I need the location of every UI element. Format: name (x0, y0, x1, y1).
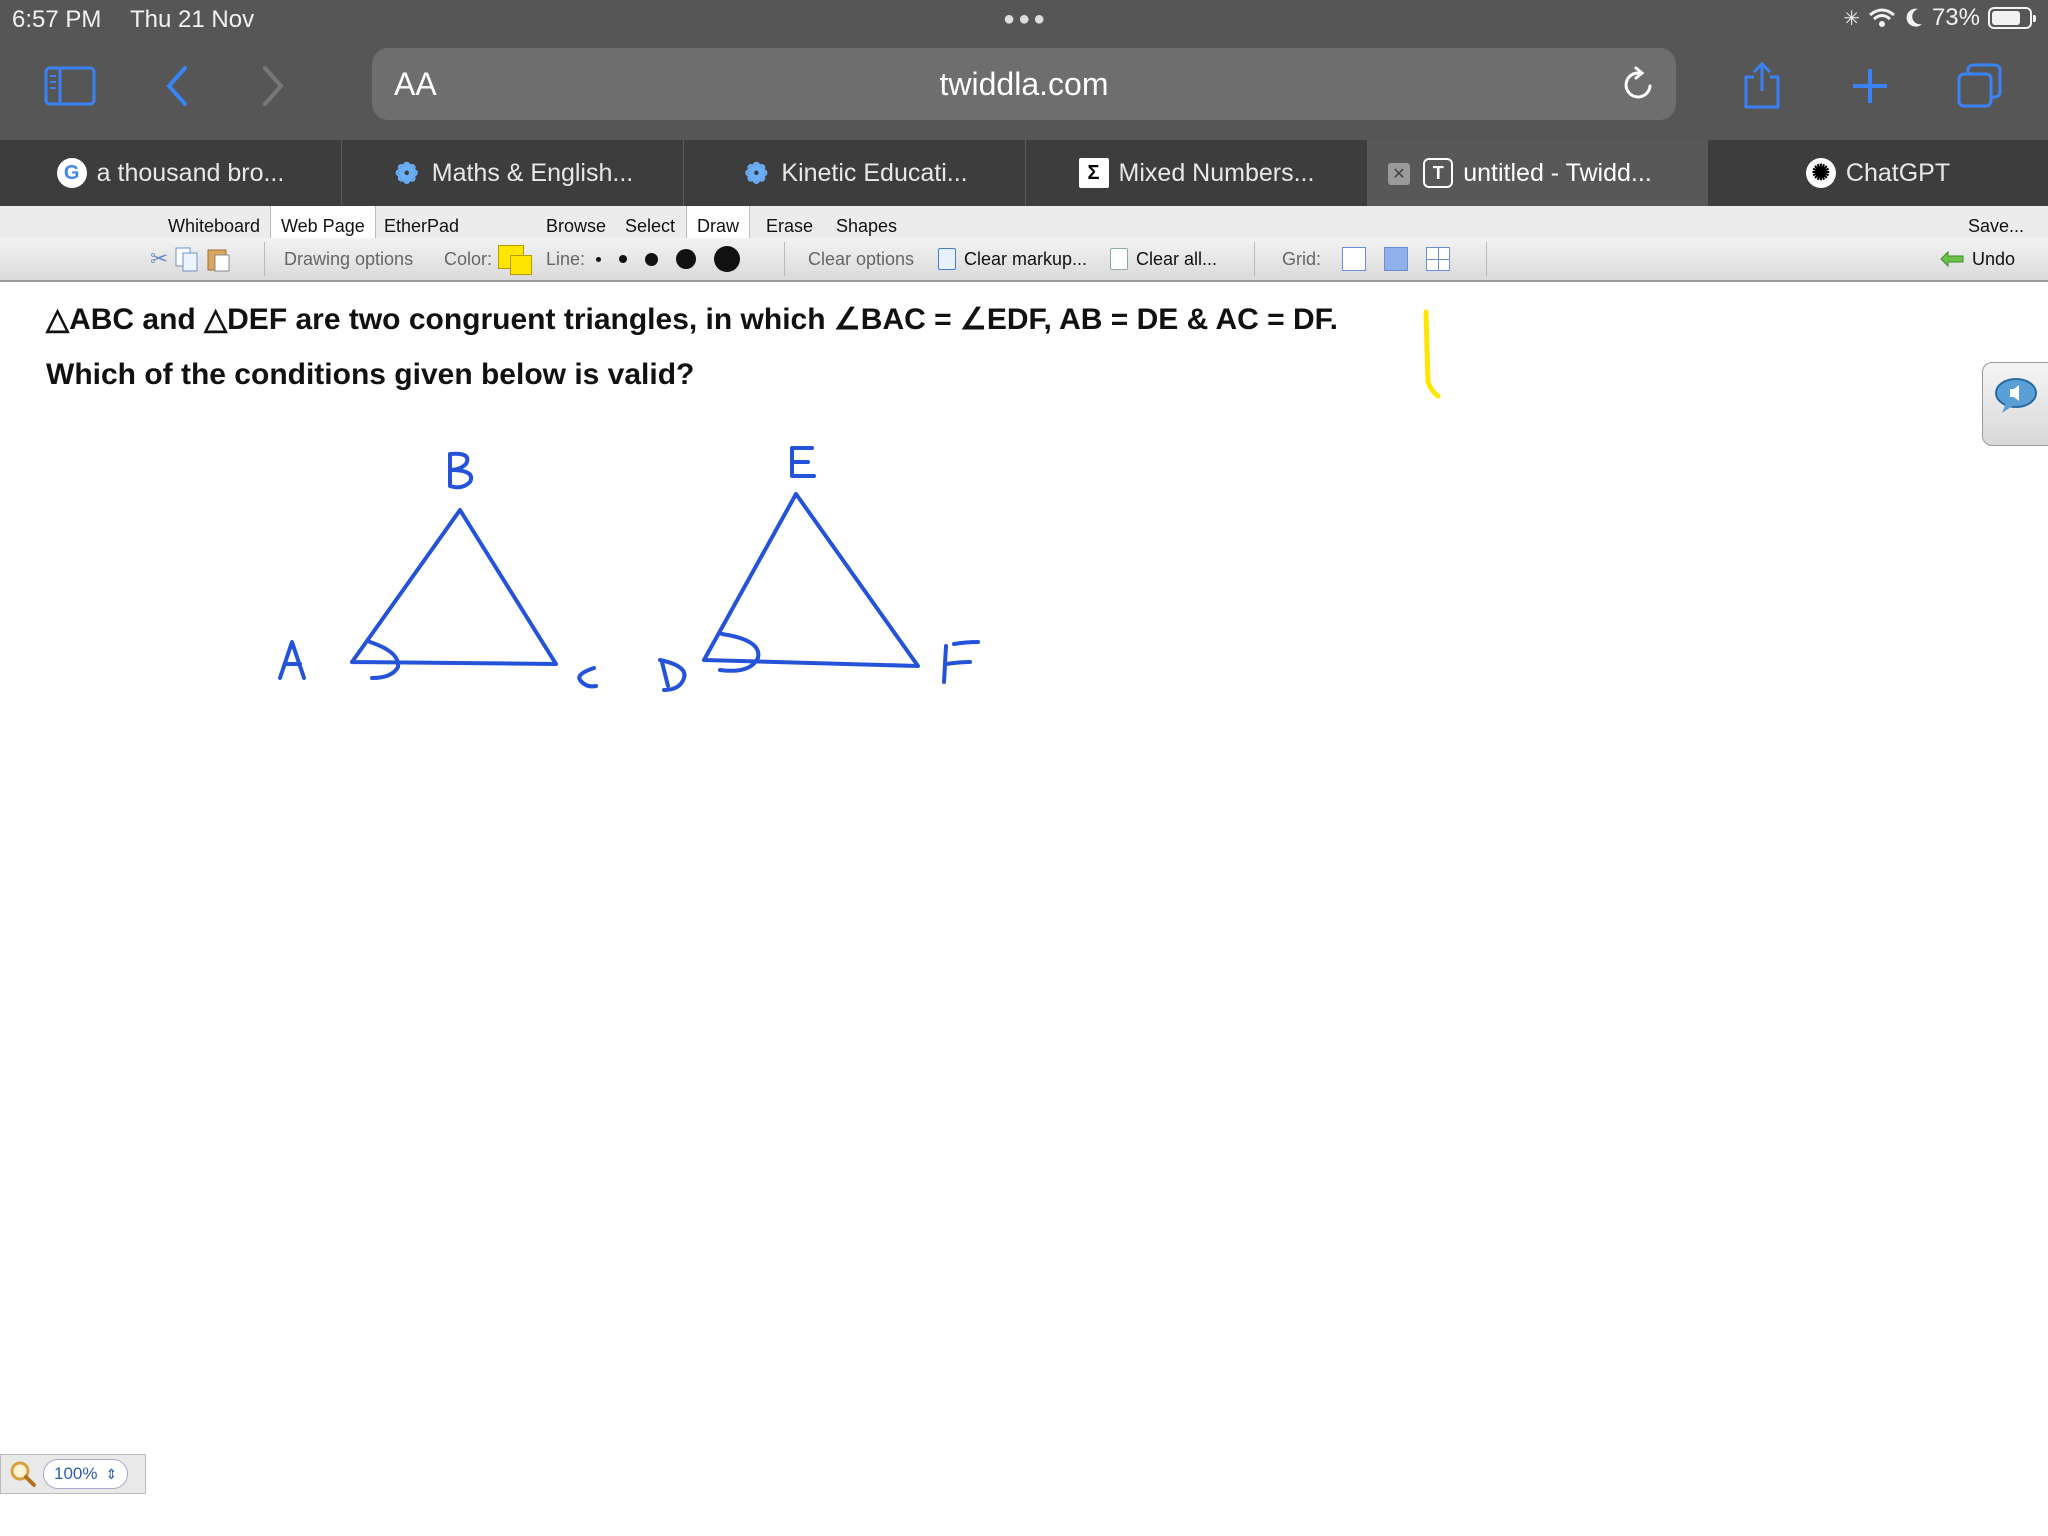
line-width-2[interactable] (619, 255, 627, 263)
line-width-1[interactable] (596, 256, 601, 262)
status-time: 6:57 PM (12, 6, 102, 33)
drawing-options-bar: ✂ Drawing options Color: Line: Clear opt… (0, 238, 2048, 282)
clear-markup-button[interactable]: Clear markup... (938, 238, 1087, 280)
browser-tab-twiddla[interactable]: ✕ T untitled - Twidd... (1368, 140, 1708, 206)
label-c-stroke (577, 666, 598, 689)
line-width-picker (596, 238, 740, 280)
label-d-stroke (658, 658, 687, 692)
copy-icon[interactable] (174, 246, 200, 272)
url-text: twiddla.com (939, 66, 1109, 102)
moon-icon (1906, 8, 1922, 27)
label-e-stroke (790, 446, 816, 478)
browser-toolbar: AA twiddla.com (0, 40, 2048, 140)
clear-options-label: Clear options (808, 248, 915, 269)
t-icon: T (1423, 158, 1454, 188)
line-width-3[interactable] (645, 252, 658, 266)
address-bar[interactable]: AA twiddla.com (372, 48, 1676, 120)
triangle-drawing (278, 309, 1441, 692)
browser-tab-mixed-numbers[interactable]: Σ Mixed Numbers... (1026, 140, 1368, 206)
line-label: Line: (546, 248, 586, 269)
label-a-stroke (278, 640, 306, 680)
triangle-def (702, 492, 920, 668)
document-icon (938, 248, 956, 270)
wifi-icon (1868, 8, 1895, 27)
new-tab-icon[interactable] (1842, 58, 1898, 114)
browser-tab-strip: G a thousand bro... ❁ Maths & English...… (0, 140, 2048, 206)
battery-icon (1988, 7, 2036, 29)
tool-erase[interactable]: Erase (756, 206, 823, 238)
tab-etherpad[interactable]: EtherPad (374, 206, 469, 238)
browser-tab-maths[interactable]: ❁ Maths & English... (342, 140, 684, 206)
blank-document-icon (1110, 248, 1128, 270)
zoom-control: 100% ⇕ (0, 1454, 146, 1494)
tool-browse[interactable]: Browse (536, 206, 616, 238)
grid-none-button[interactable] (1342, 247, 1366, 271)
clipboard-tools: ✂ (150, 238, 232, 280)
tab-web-page[interactable]: Web Page (270, 206, 376, 238)
flower-icon: ❁ (744, 157, 769, 189)
browser-tab-google[interactable]: G a thousand bro... (0, 140, 342, 206)
browser-tab-kinetic[interactable]: ❁ Kinetic Educati... (684, 140, 1026, 206)
triangle-abc (350, 508, 558, 666)
line-width-4[interactable] (676, 249, 696, 269)
twiddla-mode-bar: Whiteboard Web Page EtherPad Browse Sele… (0, 206, 2048, 239)
status-date: Thu 21 Nov (130, 6, 255, 33)
reload-icon[interactable] (1622, 66, 1656, 107)
undo-arrow-icon (1940, 250, 1964, 268)
forward-icon[interactable] (246, 58, 302, 114)
tool-draw[interactable]: Draw (686, 206, 751, 238)
grid-lines-button[interactable] (1426, 247, 1450, 271)
sigma-icon: Σ (1078, 158, 1109, 188)
whiteboard-canvas[interactable]: △ABC and △DEF are two congruent triangle… (0, 282, 2048, 1502)
browser-tab-chatgpt[interactable]: ✺ ChatGPT (1708, 140, 2048, 206)
speech-bubble-icon (1994, 378, 2037, 413)
google-icon: G (56, 158, 87, 188)
back-icon[interactable] (148, 58, 204, 114)
clear-all-button[interactable]: Clear all... (1110, 238, 1217, 280)
chat-toggle-button[interactable] (1982, 362, 2048, 446)
tab-whiteboard[interactable]: Whiteboard (158, 206, 270, 238)
share-icon[interactable] (1734, 58, 1790, 114)
undo-button[interactable]: Undo (1938, 238, 2015, 280)
close-tab-icon[interactable]: ✕ (1388, 163, 1410, 185)
drawing-options-label: Drawing options (284, 248, 414, 269)
zoom-select[interactable]: 100% ⇕ (43, 1459, 129, 1489)
color-label: Color: (444, 248, 493, 269)
activity-icon: ✳ (1843, 7, 1860, 30)
color-swatch[interactable] (498, 238, 534, 280)
grid-label: Grid: (1282, 248, 1322, 269)
status-bar: 6:57 PM Thu 21 Nov ●●● ✳ 73% (0, 0, 2048, 40)
status-indicators: ✳ 73% (1843, 4, 2036, 32)
save-button[interactable]: Save... (1958, 206, 2034, 238)
multitasking-dots[interactable]: ●●● (1003, 8, 1048, 31)
grid-fill-button[interactable] (1384, 247, 1408, 271)
yellow-highlight-mark (1423, 309, 1441, 399)
flower-icon: ❁ (395, 157, 419, 189)
paste-icon[interactable] (206, 246, 232, 272)
label-f-stroke (942, 640, 980, 684)
tab-overview-icon[interactable] (1952, 58, 2008, 114)
tool-select[interactable]: Select (615, 206, 685, 238)
magnifier-icon (10, 1461, 36, 1487)
updown-chevron-icon: ⇕ (105, 1465, 118, 1482)
cut-icon[interactable]: ✂ (150, 246, 168, 272)
battery-percent: 73% (1931, 4, 1980, 31)
sidebar-toggle-icon[interactable] (42, 58, 98, 114)
line-width-5[interactable] (714, 246, 740, 272)
label-b-stroke (448, 451, 473, 490)
grid-options (1342, 238, 1468, 280)
angle-arc-d (718, 632, 761, 673)
chatgpt-icon: ✺ (1805, 158, 1836, 188)
angle-arc-a (368, 640, 401, 680)
tool-shapes[interactable]: Shapes (826, 206, 907, 238)
